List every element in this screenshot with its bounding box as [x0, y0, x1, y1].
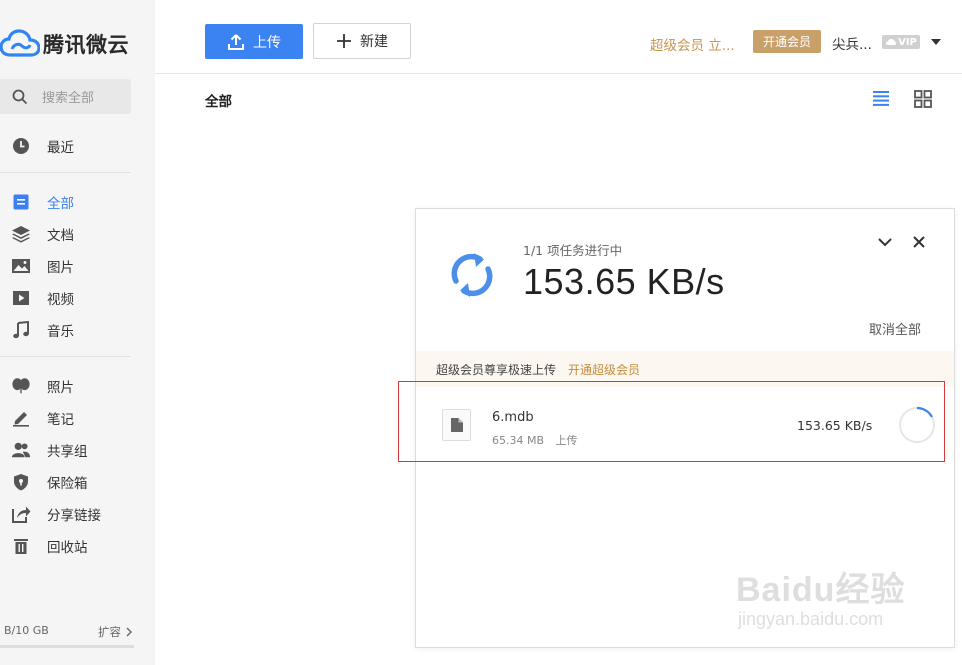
vip-badge-label: VIP	[898, 36, 917, 48]
file-icon	[442, 409, 471, 441]
sidebar-item-label: 最近	[47, 140, 74, 156]
user-menu-caret-icon[interactable]	[931, 39, 941, 45]
clock-icon	[11, 136, 31, 156]
sidebar-divider	[0, 356, 131, 357]
sidebar-item-label: 笔记	[47, 412, 74, 428]
balloon-icon	[11, 376, 31, 396]
cloud-logo-icon	[0, 29, 40, 57]
search-icon	[12, 89, 28, 104]
sidebar-item-label: 图片	[47, 260, 74, 276]
sidebar-item-label: 共享组	[47, 444, 88, 460]
expand-label: 扩容	[98, 625, 121, 639]
transfer-panel: 1/1 项任务进行中 153.65 KB/s 取消全部 超级会员尊享极速上传 开…	[415, 208, 955, 648]
video-play-icon	[11, 288, 31, 308]
open-membership-button[interactable]: 开通会员	[753, 30, 821, 53]
promo-link[interactable]: 开通超级会员	[568, 361, 640, 378]
file-name: 6.mdb	[492, 410, 534, 425]
sidebar-divider	[0, 172, 131, 173]
pen-icon	[11, 408, 31, 428]
sidebar-item-share-links[interactable]: 分享链接	[0, 500, 155, 528]
sidebar-item-label: 全部	[47, 196, 74, 212]
upload-label: 上传	[253, 34, 281, 51]
breadcrumb[interactable]: 全部	[205, 90, 232, 110]
cancel-all-button[interactable]: 取消全部	[869, 319, 921, 338]
image-icon	[11, 256, 31, 276]
sidebar-item-label: 文档	[47, 228, 74, 244]
promo-banner: 超级会员尊享极速上传 开通超级会员	[416, 351, 954, 387]
sidebar-item-label: 分享链接	[47, 508, 101, 524]
plus-icon	[337, 34, 351, 48]
sidebar-item-notes[interactable]: 笔记	[0, 404, 155, 432]
progress-ring-icon	[898, 406, 936, 448]
sidebar-item-label: 视频	[47, 292, 74, 308]
upload-icon	[228, 33, 244, 50]
sidebar: 腾讯微云 搜索全部 最近 全部 文档 图片 视频 音乐 照片 笔记 共享组 保险…	[0, 0, 155, 665]
sidebar-item-all[interactable]: 全部	[0, 188, 155, 216]
file-size: 65.34 MB	[492, 434, 545, 447]
sidebar-item-safe-box[interactable]: 保险箱	[0, 468, 155, 496]
collapse-chevron-icon[interactable]	[877, 234, 893, 253]
search-placeholder: 搜索全部	[42, 91, 95, 106]
upload-button[interactable]: 上传	[205, 24, 303, 59]
layers-icon	[11, 224, 31, 244]
file-speed: 153.65 KB/s	[797, 418, 873, 433]
chevron-right-icon	[126, 627, 132, 637]
sidebar-item-label: 保险箱	[47, 476, 88, 492]
new-button[interactable]: 新建	[313, 23, 411, 59]
logo[interactable]: 腾讯微云	[0, 26, 129, 62]
logo-text: 腾讯微云	[43, 33, 129, 57]
user-name[interactable]: 尖兵...	[832, 33, 872, 53]
music-note-icon	[11, 320, 31, 340]
task-status: 1/1 项任务进行中	[523, 243, 623, 258]
search-input[interactable]: 搜索全部	[0, 79, 131, 114]
file-action: 上传	[555, 434, 578, 447]
sync-icon	[444, 247, 500, 307]
sidebar-item-shared-group[interactable]: 共享组	[0, 436, 155, 464]
top-toolbar: 上传 新建 超级会员 立... 开通会员 尖兵... VIP	[155, 0, 962, 74]
sidebar-item-recent[interactable]: 最近	[0, 132, 155, 160]
list-view-icon[interactable]	[872, 90, 890, 110]
storage-quota-bar	[0, 645, 134, 648]
cloud-badge-icon	[885, 39, 897, 45]
total-speed: 153.65 KB/s	[523, 261, 725, 302]
promo-text: 超级会员尊享极速上传	[436, 362, 557, 377]
file-meta: 65.34 MB 上传	[492, 432, 578, 448]
trash-icon	[11, 536, 31, 556]
close-icon[interactable]	[912, 234, 926, 253]
sidebar-item-photos[interactable]: 照片	[0, 372, 155, 400]
storage-quota: B/10 GB	[4, 624, 49, 637]
sidebar-item-videos[interactable]: 视频	[0, 284, 155, 312]
shield-icon	[11, 472, 31, 492]
new-label: 新建	[360, 34, 388, 50]
sidebar-item-images[interactable]: 图片	[0, 252, 155, 280]
group-icon	[11, 440, 31, 460]
all-files-icon	[11, 192, 31, 212]
sidebar-item-recycle-bin[interactable]: 回收站	[0, 532, 155, 560]
sidebar-item-label: 照片	[47, 380, 74, 396]
share-link-icon	[11, 504, 31, 524]
sidebar-item-label: 回收站	[47, 540, 88, 556]
grid-view-icon[interactable]	[914, 90, 932, 112]
super-vip-link[interactable]: 超级会员 立...	[650, 34, 735, 54]
sidebar-item-label: 音乐	[47, 324, 74, 340]
vip-badge: VIP	[882, 35, 920, 49]
sidebar-item-music[interactable]: 音乐	[0, 316, 155, 344]
transfer-row[interactable]: 6.mdb 65.34 MB 上传 153.65 KB/s	[416, 389, 954, 459]
expand-storage-link[interactable]: 扩容	[98, 624, 134, 640]
sidebar-item-documents[interactable]: 文档	[0, 220, 155, 248]
